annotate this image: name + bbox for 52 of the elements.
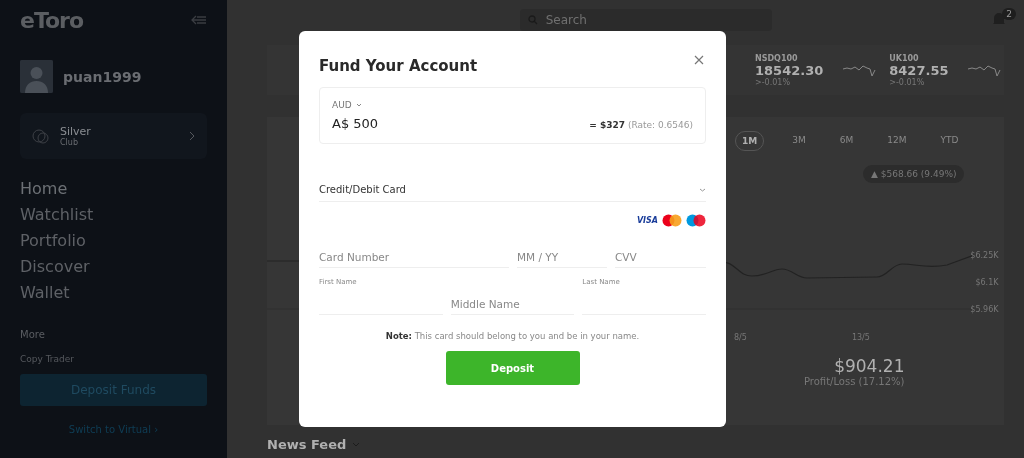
currency-dropdown[interactable]: AUD bbox=[332, 100, 362, 110]
collapse-icon[interactable] bbox=[191, 15, 207, 25]
club-icon bbox=[32, 128, 50, 144]
nav-item[interactable]: Home bbox=[20, 177, 207, 200]
caret-icon bbox=[699, 187, 706, 192]
club-label: Club bbox=[60, 138, 79, 147]
search-field[interactable]: Search bbox=[519, 9, 772, 31]
period-tab[interactable]: YTD bbox=[934, 131, 965, 151]
chevron-icon bbox=[189, 131, 195, 141]
caret-icon bbox=[355, 103, 362, 107]
section-label: More bbox=[20, 329, 46, 340]
amount-value[interactable]: A$ 500 bbox=[332, 116, 379, 131]
visa-logo: VISA bbox=[636, 216, 658, 225]
club-name: Silver bbox=[60, 125, 92, 138]
nav-item[interactable]: Watchlist bbox=[20, 203, 207, 226]
exchange-rate: (Rate: 0.6546) bbox=[627, 120, 693, 130]
search-input[interactable]: Search bbox=[543, 12, 748, 28]
profit-label: Profit/Loss (17.12%) bbox=[804, 376, 905, 387]
ticker-symbol: UK100 bbox=[889, 53, 920, 63]
axis-label: 8/5 bbox=[734, 333, 747, 342]
ticker-change: >-0.01% bbox=[755, 77, 791, 87]
username: puan1999 bbox=[63, 68, 142, 85]
mastercard-icon bbox=[662, 214, 682, 227]
period-tab[interactable]: 6M bbox=[833, 131, 860, 151]
period-tab[interactable]: 3M bbox=[786, 131, 812, 151]
axis-label: $5.96K bbox=[970, 305, 999, 314]
ticker-price: 8427.55 bbox=[889, 62, 949, 78]
avatar-icon bbox=[20, 60, 53, 93]
nav-item[interactable]: Wallet bbox=[20, 281, 207, 304]
axis-label: 13/5 bbox=[851, 333, 870, 342]
period-tab[interactable]: 12M bbox=[881, 131, 913, 151]
nav-item[interactable]: Discover bbox=[20, 255, 207, 278]
maestro-icon bbox=[686, 214, 706, 227]
ticker-change: >-0.01% bbox=[889, 77, 926, 87]
section-title: News Feed bbox=[267, 437, 347, 452]
close-button[interactable] bbox=[692, 53, 706, 67]
ticker-symbol: NSDQ100 bbox=[755, 53, 799, 63]
deposit-button[interactable]: Deposit bbox=[445, 351, 580, 385]
nav-item[interactable]: Portfolio bbox=[20, 229, 207, 252]
ticker-price: 18542.30 bbox=[755, 62, 824, 78]
gain-badge: ▲ $568.66 (9.49%) bbox=[863, 165, 965, 183]
dialog-title: Fund Your Account bbox=[319, 57, 478, 75]
converted-amount: = $327 bbox=[589, 120, 625, 130]
notification-badge: 2 bbox=[1002, 8, 1016, 20]
payment-method-dropdown[interactable]: Credit/Debit Card bbox=[319, 184, 706, 202]
club-card[interactable]: Silver Club bbox=[20, 113, 207, 159]
note-text: Note: This card should belong to you and be in your name. bbox=[384, 331, 641, 341]
axis-label: $6.1K bbox=[975, 278, 999, 287]
logo[interactable]: eToro bbox=[20, 7, 84, 33]
axis-label: $6.25K bbox=[970, 251, 999, 260]
profit-value: $904.21 bbox=[834, 356, 905, 376]
nav-item[interactable]: Copy Trader bbox=[20, 354, 207, 364]
